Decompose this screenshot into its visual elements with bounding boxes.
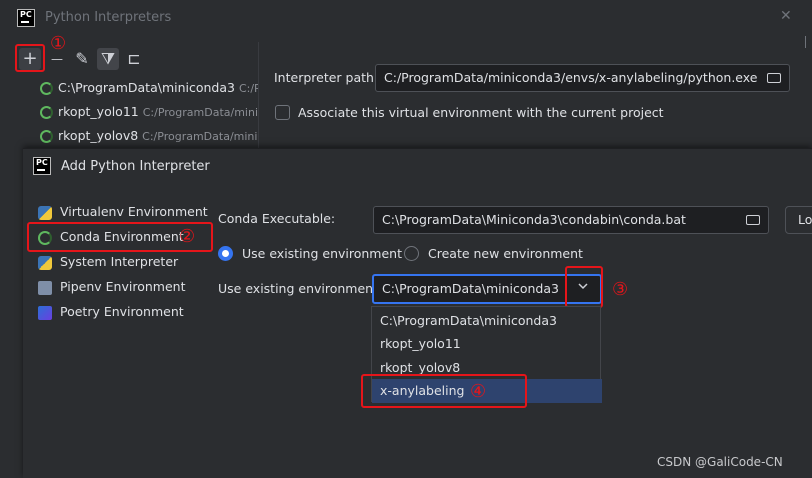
tree-view-icon[interactable]: ⊏	[124, 48, 144, 70]
interpreter-path-field[interactable]: C:/ProgramData/miniconda3/envs/x-anylabe…	[375, 64, 790, 92]
interpreter-name: rkopt_yolo11	[58, 104, 139, 119]
sidebar-item-label: Pipenv Environment	[60, 279, 186, 294]
create-new-radio[interactable]	[404, 246, 419, 261]
panel-divider	[258, 42, 259, 152]
chevron-down-icon[interactable]	[576, 279, 590, 293]
pycharm-logo-icon: PC	[17, 9, 35, 27]
associate-checkbox[interactable]	[275, 105, 290, 120]
sidebar-item-virtualenv[interactable]: Virtualenv Environment	[38, 200, 208, 224]
interpreter-name: C:\ProgramData\miniconda3	[58, 80, 235, 95]
dialog-title: Add Python Interpreter	[61, 159, 210, 174]
add-icon[interactable]: +	[19, 48, 41, 70]
interpreter-name: rkopt_yolov8	[58, 128, 139, 143]
interpreter-list-item[interactable]: C:\ProgramData\miniconda3 C:/Progra	[58, 78, 258, 99]
use-existing-radio-label: Use existing environment	[242, 246, 402, 261]
dropdown-option[interactable]: rkopt_yolo11	[372, 332, 602, 356]
interpreter-path: C:/Progra	[238, 82, 258, 95]
interpreter-status-icon	[40, 130, 53, 143]
interpreter-path: C:/ProgramData/minico	[142, 130, 258, 143]
conda-executable-label: Conda Executable:	[218, 211, 336, 226]
conda-executable-value: C:\ProgramData\Miniconda3\condabin\conda…	[382, 212, 686, 227]
pycharm-logo-icon: PC	[33, 157, 51, 175]
sidebar-item-label: System Interpreter	[60, 254, 179, 269]
sidebar-item-system[interactable]: System Interpreter	[38, 250, 178, 274]
use-existing-env-label: Use existing environment:	[218, 281, 383, 296]
python-icon	[38, 205, 52, 220]
poetry-icon	[38, 305, 52, 320]
load-button[interactable]: Lo	[785, 206, 812, 234]
use-existing-radio[interactable]	[218, 246, 233, 261]
sidebar-item-poetry[interactable]: Poetry Environment	[38, 300, 184, 324]
conda-icon	[38, 230, 52, 245]
environment-combo-value: C:\ProgramData\miniconda3	[382, 281, 559, 296]
associate-label: Associate this virtual environment with …	[298, 105, 664, 120]
interpreter-path: C:/ProgramData/minico	[142, 106, 258, 119]
sidebar-item-label: Conda Environment	[60, 229, 184, 244]
step-4-marker: ④	[470, 381, 487, 402]
folder-icon[interactable]	[746, 215, 760, 225]
interpreter-status-icon	[40, 82, 53, 95]
pipenv-icon	[38, 280, 52, 295]
edit-icon[interactable]: ✎	[72, 48, 92, 70]
conda-executable-field[interactable]: C:\ProgramData\Miniconda3\condabin\conda…	[373, 206, 769, 234]
interpreter-path-label: Interpreter path:	[274, 70, 379, 85]
interpreter-path-value: C:/ProgramData/miniconda3/envs/x-anylabe…	[384, 70, 758, 85]
interpreter-list-item[interactable]: rkopt_yolo11 C:/ProgramData/minico	[58, 102, 258, 123]
sidebar-item-label: Poetry Environment	[60, 304, 184, 319]
interpreter-list-item[interactable]: rkopt_yolov8 C:/ProgramData/minico	[58, 126, 258, 147]
watermark: CSDN @GaliCode-CN	[657, 455, 783, 469]
sidebar-item-pipenv[interactable]: Pipenv Environment	[38, 275, 185, 299]
sidebar-item-conda[interactable]: Conda Environment	[38, 225, 184, 249]
interpreter-status-icon	[40, 106, 53, 119]
step-2-marker: ②	[179, 226, 196, 247]
filter-icon[interactable]: ⧩	[97, 48, 119, 70]
x-anylabeling-highlight	[361, 374, 527, 408]
python-icon	[38, 255, 52, 270]
window-edge	[805, 36, 812, 48]
dropdown-option[interactable]: C:\ProgramData\miniconda3	[372, 309, 602, 333]
interpreters-window-title: Python Interpreters	[45, 10, 172, 25]
sidebar-item-label: Virtualenv Environment	[60, 204, 208, 219]
remove-icon[interactable]: —	[48, 48, 66, 70]
close-icon[interactable]: ✕	[780, 8, 792, 24]
step-3-marker: ③	[612, 279, 629, 300]
create-new-radio-label: Create new environment	[428, 246, 583, 261]
folder-icon[interactable]	[767, 73, 781, 83]
